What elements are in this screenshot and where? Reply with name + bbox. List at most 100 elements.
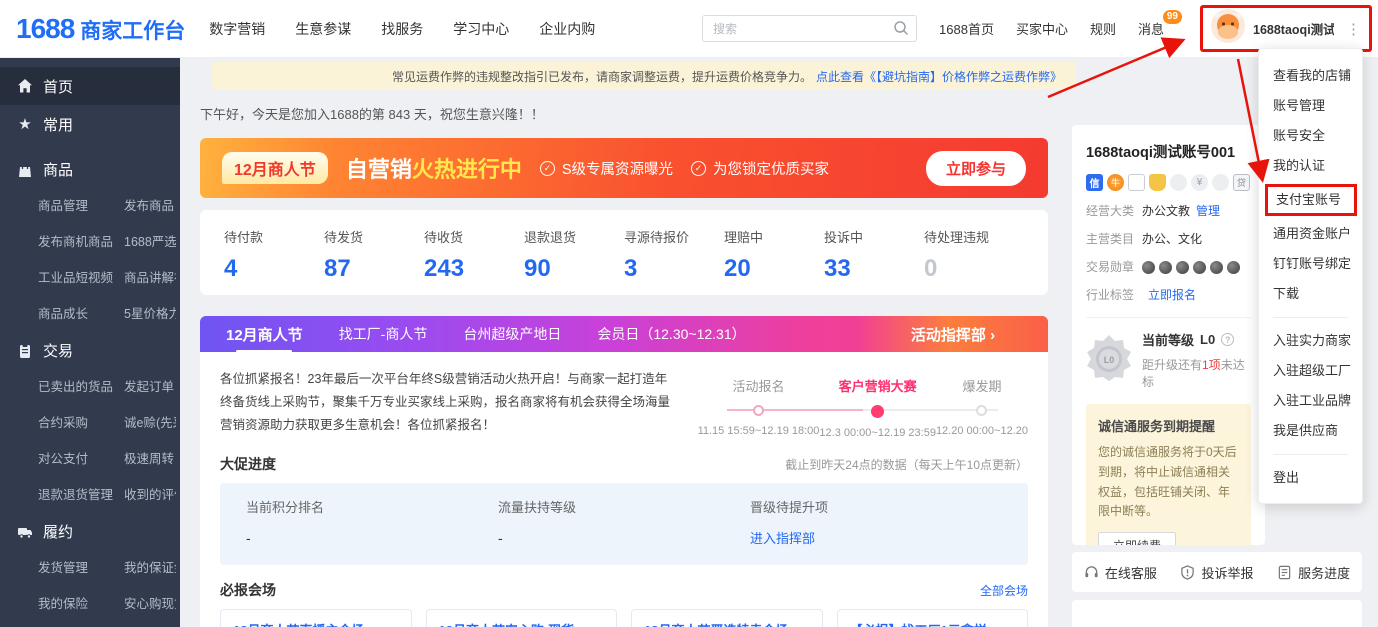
account-chip-highlighted[interactable]: 1688taoqi测试账... ⋮ xyxy=(1200,5,1372,52)
menu-item-i-am-supplier[interactable]: 我是供应商 xyxy=(1273,416,1362,446)
tab-taizhou-day[interactable]: 台州超级产地日 xyxy=(463,324,561,344)
search-icon[interactable] xyxy=(893,20,909,41)
sidebar-link[interactable]: 安心购现货版 xyxy=(124,593,176,612)
stat-pending-payment[interactable]: 待付款4 xyxy=(224,227,324,295)
tab-find-factory[interactable]: 找工厂-商人节 xyxy=(339,324,428,344)
service-progress-button[interactable]: 服务进度 xyxy=(1277,563,1350,582)
sidebar-link[interactable]: 已卖出的货品 xyxy=(38,376,124,395)
sidebar-link[interactable]: 商品成长 xyxy=(38,303,124,322)
sidebar-link[interactable]: 诚e赊(先采... xyxy=(124,412,176,431)
sidebar-link[interactable]: 我的保证金 xyxy=(124,557,176,576)
all-venues-link[interactable]: 全部会场 xyxy=(980,582,1028,599)
sidebar-link[interactable]: 对公支付 xyxy=(38,448,124,467)
stat-pending-shipment[interactable]: 待发货87 xyxy=(324,227,424,295)
sidebar-section-label: 交易 xyxy=(43,340,73,361)
tab-member-day[interactable]: 会员日（12.30~12.31） xyxy=(597,324,745,344)
manage-category-link[interactable]: 管理 xyxy=(1196,202,1220,219)
venue-cards: 12月商人节直播主会场 直播每满200-20，采满500返津贴 12月商人节安心… xyxy=(220,609,1028,627)
link-messages[interactable]: 消息99 xyxy=(1138,19,1164,38)
inactive-badge-icon xyxy=(1212,174,1229,191)
sidebar-link[interactable]: 极速周转 xyxy=(124,448,176,467)
nav-enterprise-purchase[interactable]: 企业内购 xyxy=(539,19,595,39)
notice-link[interactable]: 点此查看《【避坑指南】价格作弊之运费作弊》 xyxy=(816,68,1062,85)
timeline-stage-signup: 活动报名 11.15 15:59~12.19 18:00 xyxy=(698,376,820,439)
menu-item-join-strength-merchant[interactable]: 入驻实力商家 xyxy=(1273,326,1362,356)
nav-business-advisor[interactable]: 生意参谋 xyxy=(295,19,351,39)
stat-violations[interactable]: 待处理违规0 xyxy=(924,227,1024,295)
sidebar-link[interactable]: 我的保险 xyxy=(38,593,124,612)
menu-item-account-management[interactable]: 账号管理 xyxy=(1273,91,1362,121)
menu-item-view-my-shop[interactable]: 查看我的店铺 xyxy=(1273,61,1362,91)
nav-digital-marketing[interactable]: 数字营销 xyxy=(209,19,265,39)
service-badge-icon xyxy=(1170,174,1187,191)
sidebar-item-favorites[interactable]: ★ 常用 xyxy=(0,105,180,143)
tab-december-festival[interactable]: 12月商人节 xyxy=(226,324,303,345)
menu-item-dingtalk-binding[interactable]: 钉钉账号绑定 xyxy=(1273,249,1362,279)
link-buyer-center[interactable]: 买家中心 xyxy=(1016,19,1068,38)
star-icon: ★ xyxy=(17,115,33,133)
sidebar-section-goods[interactable]: 商品 xyxy=(0,159,180,180)
menu-item-join-industrial-brand[interactable]: 入驻工业品牌 xyxy=(1273,386,1362,416)
menu-item-download[interactable]: 下载 xyxy=(1273,279,1362,309)
sidebar-section-fulfillment[interactable]: 履约 xyxy=(0,521,180,542)
stat-refunds[interactable]: 退款退货90 xyxy=(524,227,624,295)
sidebar-link[interactable]: 发布商品 xyxy=(124,195,176,214)
search-input[interactable] xyxy=(702,15,917,42)
sidebar-link[interactable]: 发起订单 xyxy=(124,376,176,395)
svg-text:L0: L0 xyxy=(1104,355,1115,365)
divider xyxy=(1086,317,1251,318)
enter-command-center-link[interactable]: 进入指挥部 xyxy=(750,528,1002,547)
venue-card-live[interactable]: 12月商人节直播主会场 直播每满200-20，采满500返津贴 xyxy=(220,609,412,627)
renew-now-button[interactable]: 立即续费 xyxy=(1098,532,1176,545)
command-center-button[interactable]: 活动指挥部 › xyxy=(858,316,1048,352)
nav-learning-center[interactable]: 学习中心 xyxy=(453,19,509,39)
menu-item-alipay-account-highlighted[interactable]: 支付宝账号 xyxy=(1265,184,1357,216)
truck-icon xyxy=(17,524,33,540)
currency-badge-icon: ¥ xyxy=(1191,174,1208,191)
venue-card-sample[interactable]: 【必报】找工厂1元拿样 1元拿样包邮 xyxy=(837,609,1029,627)
clipboard-icon xyxy=(17,343,33,359)
sidebar-link[interactable]: 商品讲解视频 xyxy=(124,267,176,286)
sidebar-link[interactable]: 工业品短视频 xyxy=(38,267,124,286)
account-dropdown-menu: 查看我的店铺 账号管理 账号安全 我的认证 支付宝账号 通用资金账户 钉钉账号绑… xyxy=(1258,48,1363,504)
menu-item-my-certification[interactable]: 我的认证 xyxy=(1273,151,1362,181)
sidebar-link[interactable]: 商品管理 xyxy=(38,195,124,214)
link-rules[interactable]: 规则 xyxy=(1090,19,1116,38)
stat-complaints[interactable]: 投诉中33 xyxy=(824,227,924,295)
venue-card-yanxuan[interactable]: 12月商人节严选特卖会场 大市场发布价8折，1件起批包邮 xyxy=(631,609,823,627)
promo-banner[interactable]: 12月商人节 自营销火热进行中 ✓S级专属资源曝光 ✓为您锁定优质买家 立即参与 xyxy=(200,138,1048,198)
sidebar-link[interactable]: 发布商机商品 xyxy=(38,231,124,250)
sidebar-link[interactable]: 退款退货管理 xyxy=(38,484,124,503)
sidebar-link[interactable]: 收到的评价 xyxy=(124,484,176,503)
top-bar: 1688 商家工作台 数字营销 生意参谋 找服务 学习中心 企业内购 1688首… xyxy=(0,0,1378,58)
renewal-body: 您的诚信通服务将于0天后到期，将中止诚信通相关权益，包括旺铺关闭、年限中断等。 xyxy=(1098,443,1239,522)
sidebar-section-trade[interactable]: 交易 xyxy=(0,340,180,361)
sidebar-link[interactable]: 合约采购 xyxy=(38,412,124,431)
menu-item-logout[interactable]: 登出 xyxy=(1273,463,1362,493)
help-icon[interactable]: ? xyxy=(1221,333,1234,346)
sidebar-link[interactable]: 5星价格力 xyxy=(124,303,176,322)
stat-claims[interactable]: 理赔中20 xyxy=(724,227,824,295)
logo-1688[interactable]: 1688 商家工作台 xyxy=(16,13,185,45)
online-support-button[interactable]: 在线客服 xyxy=(1084,563,1157,582)
timeline-node-active xyxy=(871,405,884,418)
sidebar-item-home[interactable]: 首页 xyxy=(0,67,180,105)
business-category-row: 经营大类 办公文教 管理 xyxy=(1086,202,1251,219)
menu-item-general-fund-account[interactable]: 通用资金账户 xyxy=(1273,219,1362,249)
sidebar-link[interactable]: 1688严选 xyxy=(124,231,176,250)
stat-pending-receipt[interactable]: 待收货243 xyxy=(424,227,524,295)
complaint-report-button[interactable]: 投诉举报 xyxy=(1180,563,1253,582)
home-icon xyxy=(17,78,33,94)
nav-find-services[interactable]: 找服务 xyxy=(381,19,423,39)
kebab-menu-icon[interactable]: ⋮ xyxy=(1342,20,1365,38)
banner-badge: 12月商人节 xyxy=(222,152,328,184)
menu-item-account-security[interactable]: 账号安全 xyxy=(1273,121,1362,151)
sidebar-link[interactable]: 发货管理 xyxy=(38,557,124,576)
signup-now-link[interactable]: 立即报名 xyxy=(1148,286,1196,303)
link-1688-home[interactable]: 1688首页 xyxy=(939,19,994,38)
venue-card-anxin[interactable]: 12月商人节安心购·现货... 双重会场曝光，首次开通还享优惠！ xyxy=(426,609,618,627)
menu-divider xyxy=(1273,317,1348,318)
menu-item-join-super-factory[interactable]: 入驻超级工厂 xyxy=(1273,356,1362,386)
join-now-button[interactable]: 立即参与 xyxy=(926,151,1026,186)
stat-quote-requests[interactable]: 寻源待报价3 xyxy=(624,227,724,295)
